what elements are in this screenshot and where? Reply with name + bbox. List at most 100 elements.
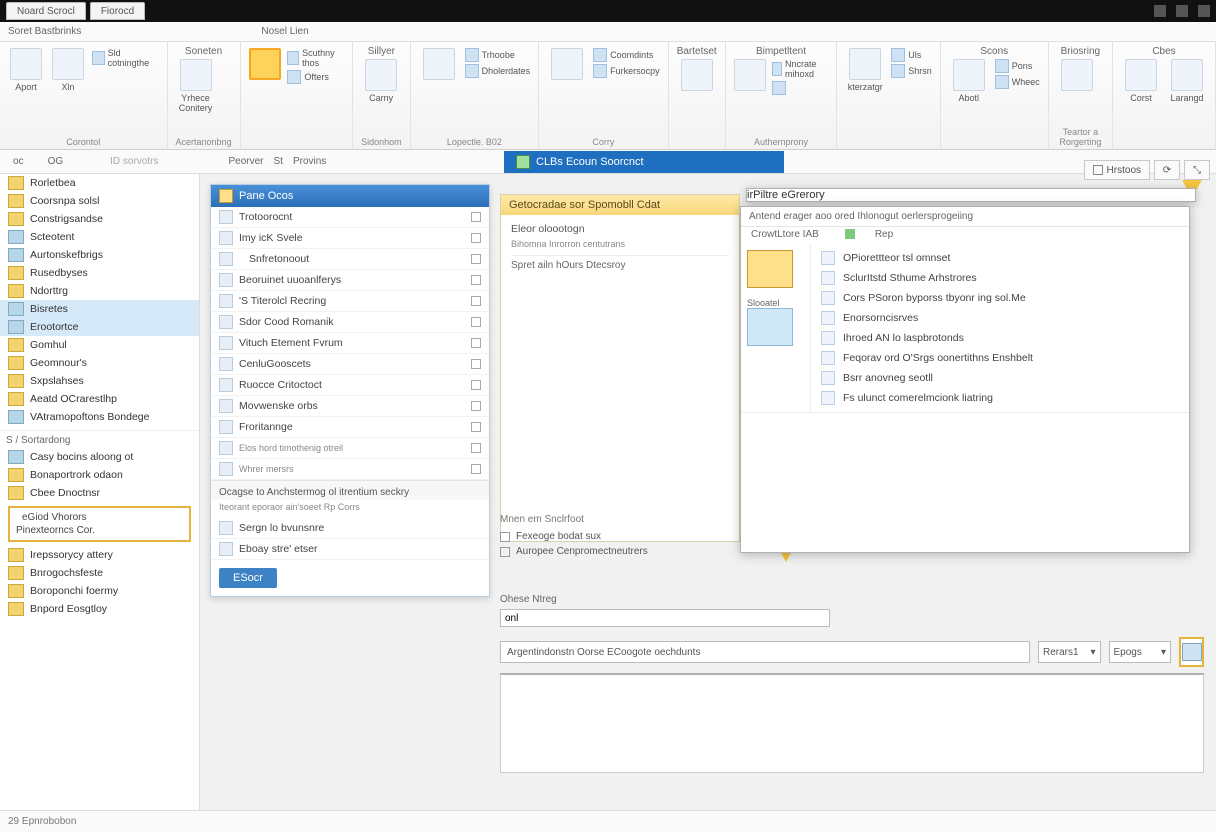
category-icon-2[interactable] xyxy=(747,308,793,346)
task-item[interactable]: Sdor Cood Romanik xyxy=(211,312,489,333)
dialog-option[interactable]: SclurItstd Sthume Arhstrores xyxy=(811,268,1189,288)
dialog-option[interactable]: Enorsorncisrves xyxy=(811,308,1189,328)
expand-button[interactable]: ⤡ xyxy=(1184,160,1210,180)
ribbon-small-button[interactable]: Furkersocpy xyxy=(593,64,660,78)
ribbon-small-button[interactable]: Nncrate mihoxd xyxy=(772,59,829,79)
nav-item[interactable]: Rusedbyses xyxy=(0,264,199,282)
checkbox-icon[interactable] xyxy=(471,422,481,432)
task-item[interactable]: Snfretonoout xyxy=(211,249,489,270)
ribbon-button[interactable] xyxy=(1057,59,1097,93)
task-item[interactable]: Movwenske orbs xyxy=(211,396,489,417)
ribbon-small-button[interactable]: Pons xyxy=(995,59,1040,73)
ts-mid-4[interactable]: Provins xyxy=(293,156,326,167)
checkbox-icon[interactable] xyxy=(500,532,510,542)
checkbox-icon[interactable] xyxy=(500,547,510,557)
thumbnail-button[interactable] xyxy=(1179,637,1204,667)
checkbox-icon[interactable] xyxy=(471,212,481,222)
menu-item-2[interactable]: Nosel Lien xyxy=(261,26,308,37)
nav-item[interactable]: Constrigsandse xyxy=(0,210,199,228)
dialog-option[interactable]: Fs ulunct comerelmcionk liatring xyxy=(811,388,1189,408)
dialog-option[interactable]: Cors PSoron byporss tbyonr ing sol.Me xyxy=(811,288,1189,308)
ts-mid-3[interactable]: St xyxy=(273,156,282,167)
task-item[interactable]: Whrer mersrs xyxy=(211,459,489,480)
ribbon-small-button[interactable]: Ofters xyxy=(287,70,344,84)
ribbon-button[interactable] xyxy=(249,48,282,82)
checkbox-icon[interactable] xyxy=(471,254,481,264)
ribbon-button[interactable]: Aport xyxy=(8,48,44,92)
nav-item[interactable]: Coorsnpa solsl xyxy=(0,192,199,210)
close-icon[interactable] xyxy=(1198,5,1210,17)
task-item[interactable]: CenluGooscets xyxy=(211,354,489,375)
nav-highlight-card[interactable]: eGiod Vhorors Pinexteorncs Cor. xyxy=(8,506,191,542)
nav-item[interactable]: Ndorttrg xyxy=(0,282,199,300)
nav-item[interactable]: Gomhul xyxy=(0,336,199,354)
task-item[interactable]: Elos hord timothenig otreil xyxy=(211,438,489,459)
task-item[interactable]: Ruocce Critoctoct xyxy=(211,375,489,396)
nav-item[interactable]: Cbee Dnoctnsr xyxy=(0,484,199,502)
dialog-option[interactable]: OPiorettteor tsl omnset xyxy=(811,248,1189,268)
dialog-option[interactable]: Feqorav ord O'Srgs oonertithns Enshbelt xyxy=(811,348,1189,368)
ribbon-button[interactable]: Xln xyxy=(50,48,86,92)
nav-item[interactable]: Irepssorycy attery xyxy=(0,546,199,564)
history-button[interactable]: Hrstoos xyxy=(1084,160,1150,180)
ribbon-small-button[interactable]: Trhoobe xyxy=(465,48,531,62)
ribbon-button[interactable] xyxy=(734,59,766,93)
ribbon-small-button[interactable]: Shrsn xyxy=(891,64,932,78)
checkbox-icon[interactable] xyxy=(471,233,481,243)
checkbox-icon[interactable] xyxy=(471,359,481,369)
maximize-icon[interactable] xyxy=(1176,5,1188,17)
ribbon-button[interactable]: Abotl xyxy=(949,59,989,103)
checkbox-icon[interactable] xyxy=(471,338,481,348)
checkbox-icon[interactable] xyxy=(471,464,481,474)
nav-item[interactable]: Sxpslahses xyxy=(0,372,199,390)
ts-left-1[interactable]: oc xyxy=(6,154,31,169)
checkbox-icon[interactable] xyxy=(471,317,481,327)
ribbon-button[interactable] xyxy=(547,48,587,82)
option-row-2[interactable]: Auropee Cenpromectneutrers xyxy=(500,544,740,559)
task-item[interactable]: Imy icK Svele xyxy=(211,228,489,249)
select-2[interactable]: Epogs▾ xyxy=(1109,641,1172,663)
ribbon-small-button[interactable]: Wheec xyxy=(995,75,1040,89)
ribbon-button[interactable]: Yrhece Conitery xyxy=(176,59,216,113)
nav-item[interactable]: Boroponchi foermy xyxy=(0,582,199,600)
nav-item[interactable]: Rorletbea xyxy=(0,174,199,192)
nav-item[interactable]: Aeatd OCrarestlhp xyxy=(0,390,199,408)
output-grid[interactable] xyxy=(500,673,1204,773)
ribbon-button[interactable]: Larangd xyxy=(1167,59,1207,103)
ribbon-small-button[interactable]: Uls xyxy=(891,48,932,62)
task-item[interactable]: Froritannge xyxy=(211,417,489,438)
checkbox-icon[interactable] xyxy=(471,401,481,411)
ribbon-small-button[interactable]: Coomdints xyxy=(593,48,660,62)
nav-item[interactable]: Bisretes xyxy=(0,300,199,318)
ribbon-small-button[interactable]: Scuthny thos xyxy=(287,48,344,68)
title-tab-1[interactable]: Noard Scrocl xyxy=(6,2,86,20)
task-item[interactable]: 'S Titerolcl Recring xyxy=(211,291,489,312)
select-1[interactable]: Rerars1▾ xyxy=(1038,641,1101,663)
nav-item[interactable]: Geomnour's xyxy=(0,354,199,372)
nav-item[interactable]: Casy bocins aloong ot xyxy=(0,448,199,466)
category-icon-1[interactable] xyxy=(747,250,793,288)
task-item[interactable]: Beoruinet uuoanlferys xyxy=(211,270,489,291)
nav-item[interactable]: Bnpord Eosgtloy xyxy=(0,600,199,618)
save-button[interactable]: ESocr xyxy=(219,568,277,588)
ts-mid-2[interactable]: Peorver xyxy=(228,156,263,167)
nav-item[interactable]: Bonaportrork odaon xyxy=(0,466,199,484)
refresh-button[interactable]: ⟳ xyxy=(1154,160,1180,180)
ribbon-button[interactable] xyxy=(419,48,459,82)
form-input[interactable] xyxy=(500,609,830,627)
ribbon-button[interactable]: kterzatgr xyxy=(845,48,885,92)
ts-mid-1[interactable]: ID sorvotrs xyxy=(110,156,158,167)
nav-item[interactable]: Bnrogochsfeste xyxy=(0,564,199,582)
task-action-2[interactable]: Eboay stre' etser xyxy=(211,539,489,560)
checkbox-icon[interactable] xyxy=(471,275,481,285)
title-tab-2[interactable]: Fiorocd xyxy=(90,2,145,20)
nav-item[interactable]: Scteotent xyxy=(0,228,199,246)
ribbon-small-button[interactable]: Sld cotningthe xyxy=(92,48,159,68)
ts-left-2[interactable]: OG xyxy=(41,154,71,169)
option-row-1[interactable]: Fexeoge bodat sux xyxy=(500,529,740,544)
nav-item[interactable]: VAtramopoftons Bondege xyxy=(0,408,199,426)
dialog-tab[interactable]: irPiltre eGrerory xyxy=(746,188,1196,202)
checkbox-icon[interactable] xyxy=(471,296,481,306)
task-item[interactable]: Vituch Etement Fvrum xyxy=(211,333,489,354)
checkbox-icon[interactable] xyxy=(471,443,481,453)
